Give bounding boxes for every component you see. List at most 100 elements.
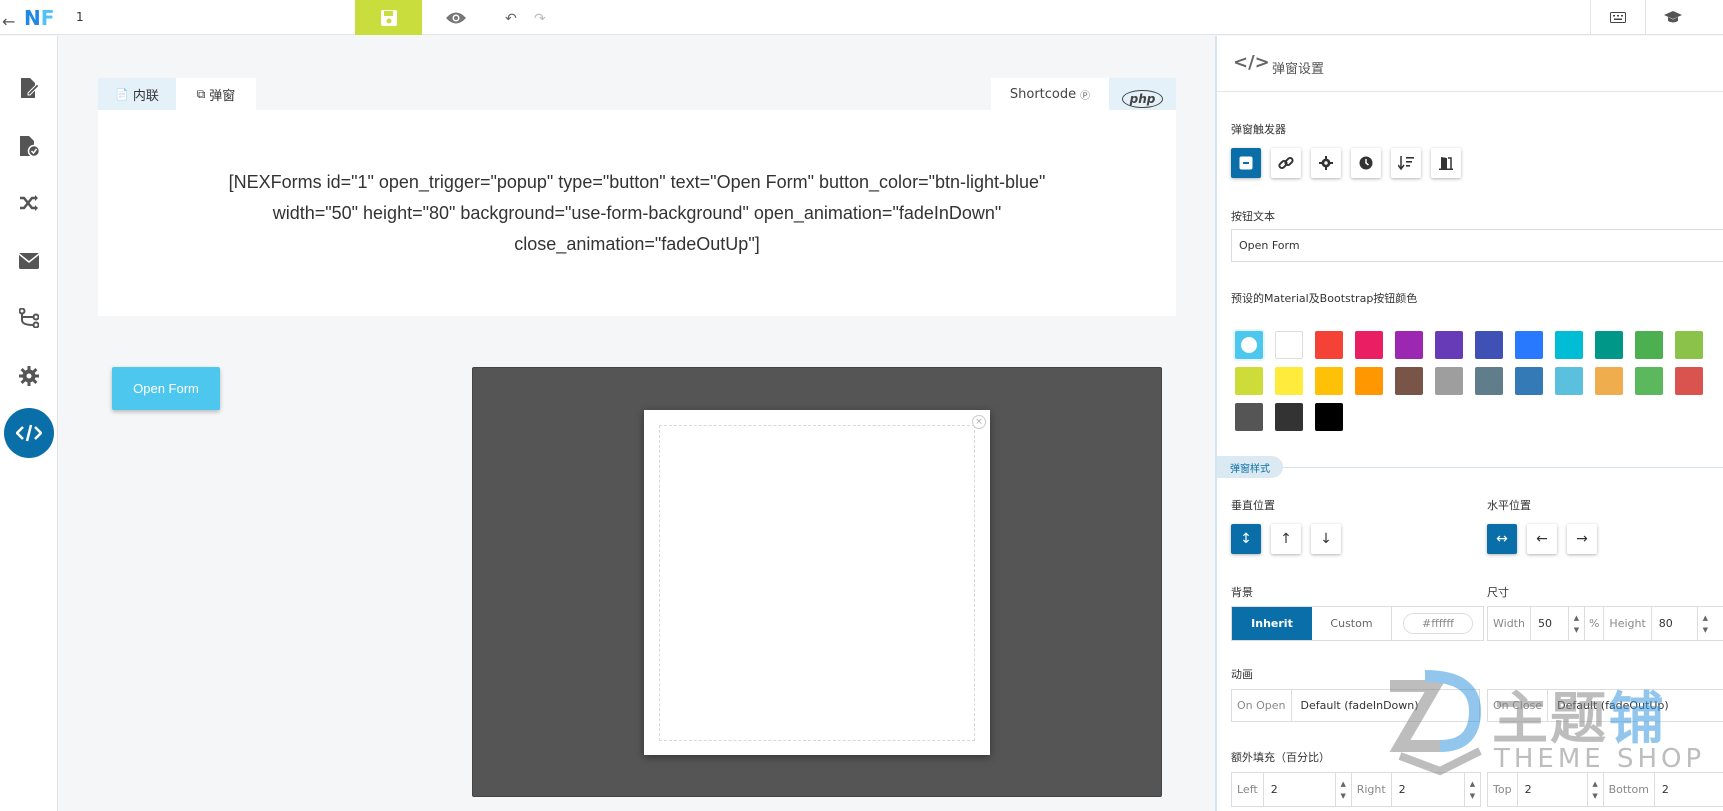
popup-modal-content xyxy=(659,425,975,741)
watermark-chinese: 主题铺 xyxy=(1492,674,1666,755)
sidebar-item-settings[interactable] xyxy=(0,356,58,396)
color-swatch[interactable] xyxy=(1635,367,1663,395)
color-swatch[interactable] xyxy=(1595,331,1623,359)
background-options: Inherit Custom #ffffff xyxy=(1231,606,1484,641)
color-swatch[interactable] xyxy=(1635,331,1663,359)
tutorial-button[interactable] xyxy=(1645,0,1700,35)
file-check-icon xyxy=(20,136,40,157)
height-input[interactable]: 80 xyxy=(1652,617,1697,630)
color-swatch[interactable] xyxy=(1235,367,1263,395)
tab-inline[interactable]: 📄 内联 xyxy=(98,78,176,110)
color-swatch[interactable] xyxy=(1395,331,1423,359)
arrow-left-icon: ← xyxy=(1536,531,1548,547)
envelope-icon xyxy=(19,253,39,269)
shortcode-text[interactable]: [NEXForms id="1" open_trigger="popup" ty… xyxy=(187,167,1087,260)
watermark-cn-grey: 主题 xyxy=(1492,687,1608,752)
trigger-timer[interactable] xyxy=(1351,148,1381,178)
size-inputs: Width 50 ▲ ▼ % Height 80 ▲ ▼ xyxy=(1487,606,1723,641)
percent-label: % xyxy=(1583,607,1605,640)
code-icon: </> xyxy=(1233,52,1270,73)
color-swatch[interactable] xyxy=(1435,331,1463,359)
trigger-button[interactable] xyxy=(1231,148,1261,178)
color-swatch[interactable] xyxy=(1355,367,1383,395)
tab-shortcode[interactable]: Shortcode Ⓟ xyxy=(991,78,1109,110)
color-swatch[interactable] xyxy=(1555,367,1583,395)
width-stepper[interactable]: ▲ ▼ xyxy=(1567,607,1584,640)
bg-custom-button[interactable]: Custom xyxy=(1312,607,1392,640)
route-icon xyxy=(19,308,39,328)
clock-icon xyxy=(1359,156,1373,170)
keyboard-button[interactable] xyxy=(1590,0,1645,35)
color-swatch[interactable] xyxy=(1275,331,1303,359)
padding-left-label: Left xyxy=(1232,773,1264,806)
color-swatch[interactable] xyxy=(1555,331,1583,359)
form-id-field[interactable]: 1 xyxy=(76,10,84,24)
sidebar-item-submissions[interactable] xyxy=(0,126,58,166)
link-icon xyxy=(1278,156,1294,170)
color-swatch[interactable] xyxy=(1675,367,1703,395)
file-edit-icon xyxy=(21,78,39,98)
popup-preview-stage: × xyxy=(472,367,1162,797)
padding-left-stepper[interactable]: ▲ ▼ xyxy=(1334,773,1351,806)
vertical-center-button[interactable]: ↕ xyxy=(1231,524,1261,554)
sidebar-item-email[interactable] xyxy=(0,241,58,281)
color-swatch[interactable] xyxy=(1475,331,1503,359)
save-button[interactable] xyxy=(355,0,422,35)
color-swatch[interactable] xyxy=(1315,331,1343,359)
door-open-icon xyxy=(1439,157,1453,170)
shuffle-icon xyxy=(20,195,38,211)
shortcode-box: [NEXForms id="1" open_trigger="popup" ty… xyxy=(98,110,1176,316)
color-swatch[interactable] xyxy=(1395,367,1423,395)
color-swatch[interactable] xyxy=(1595,367,1623,395)
sidebar-item-editor[interactable] xyxy=(0,68,58,108)
trigger-exit-intent[interactable] xyxy=(1431,148,1461,178)
height-stepper[interactable]: ▲ ▼ xyxy=(1696,607,1713,640)
vertical-bottom-button[interactable]: ↓ xyxy=(1311,524,1341,554)
bg-inherit-button[interactable]: Inherit xyxy=(1232,607,1312,640)
arrow-down-icon: ↓ xyxy=(1320,531,1332,547)
extra-padding-label: 额外填充（百分比） xyxy=(1231,751,1330,764)
sidebar-item-embed[interactable] xyxy=(0,408,58,458)
tab-inline-label: 内联 xyxy=(132,88,159,104)
color-swatch[interactable] xyxy=(1675,331,1703,359)
color-swatch[interactable] xyxy=(1275,403,1303,431)
close-icon[interactable]: × xyxy=(972,415,986,429)
padding-left-input[interactable]: 2 xyxy=(1264,783,1335,796)
back-arrow-icon[interactable]: ← xyxy=(2,12,15,31)
color-swatch[interactable] xyxy=(1515,367,1543,395)
horizontal-right-button[interactable]: → xyxy=(1567,524,1597,554)
width-input[interactable]: 50 xyxy=(1531,617,1568,630)
background-label: 背景 xyxy=(1231,586,1253,599)
bg-color-picker[interactable]: #ffffff xyxy=(1395,607,1481,640)
color-swatch[interactable] xyxy=(1315,367,1343,395)
horizontal-center-button[interactable]: ↔ xyxy=(1487,524,1517,554)
sidebar-item-logic[interactable] xyxy=(0,183,58,223)
vertical-top-button[interactable]: ↑ xyxy=(1271,524,1301,554)
color-swatch[interactable] xyxy=(1275,367,1303,395)
trigger-link[interactable] xyxy=(1271,148,1301,178)
horizontal-left-button[interactable]: ← xyxy=(1527,524,1557,554)
color-swatch[interactable] xyxy=(1515,331,1543,359)
undo-icon[interactable]: ↶ xyxy=(505,11,517,27)
sidebar-item-integrations[interactable] xyxy=(0,298,58,338)
trigger-scroll[interactable] xyxy=(1391,148,1421,178)
tab-popup[interactable]: ⧉ 弹窗 xyxy=(176,78,256,110)
color-swatch[interactable] xyxy=(1315,403,1343,431)
redo-icon[interactable]: ↷ xyxy=(534,11,546,27)
color-swatch[interactable] xyxy=(1235,403,1263,431)
width-label: Width xyxy=(1488,607,1531,640)
document-icon: 📄 xyxy=(115,87,129,101)
color-swatch[interactable] xyxy=(1235,331,1263,359)
button-text-input[interactable]: Open Form xyxy=(1231,229,1723,262)
watermark-logo xyxy=(1389,670,1482,776)
trigger-custom[interactable] xyxy=(1311,148,1341,178)
color-swatch[interactable] xyxy=(1475,367,1503,395)
open-form-button[interactable]: Open Form xyxy=(112,367,220,410)
vertical-position-label: 垂直位置 xyxy=(1231,499,1275,512)
popup-style-section: 弹窗样式 xyxy=(1217,456,1283,478)
left-sidebar xyxy=(0,36,58,811)
color-swatch[interactable] xyxy=(1435,367,1463,395)
preview-button[interactable] xyxy=(422,0,489,35)
color-swatch[interactable] xyxy=(1355,331,1383,359)
arrows-horizontal-icon: ↔ xyxy=(1496,531,1508,547)
